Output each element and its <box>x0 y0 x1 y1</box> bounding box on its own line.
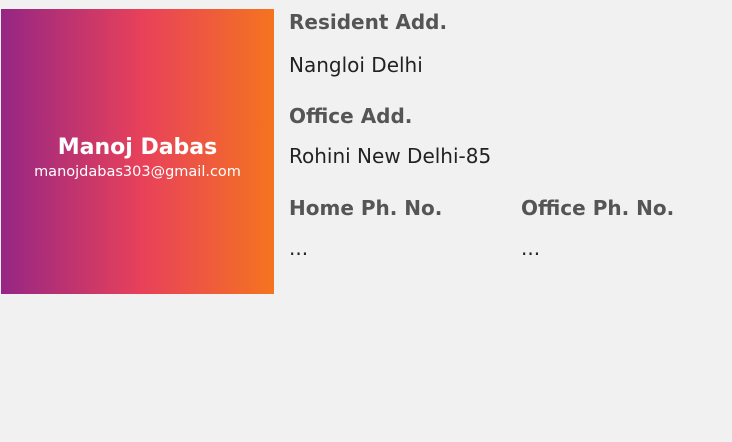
resident-address-label: Resident Add. <box>289 10 448 34</box>
office-address-value: Rohini New Delhi-85 <box>289 144 492 168</box>
home-phone-label: Home Ph. No. <box>289 196 443 220</box>
office-address-label: Office Add. <box>289 104 413 128</box>
profile-name: Manoj Dabas <box>57 135 218 160</box>
home-phone-value: ... <box>289 236 309 260</box>
office-phone-label: Office Ph. No. <box>521 196 675 220</box>
profile-email: manojdabas303@gmail.com <box>34 164 241 180</box>
office-phone-value: ... <box>521 236 541 260</box>
profile-card: Manoj Dabas manojdabas303@gmail.com <box>1 9 274 294</box>
resident-address-value: Nangloi Delhi <box>289 53 423 77</box>
